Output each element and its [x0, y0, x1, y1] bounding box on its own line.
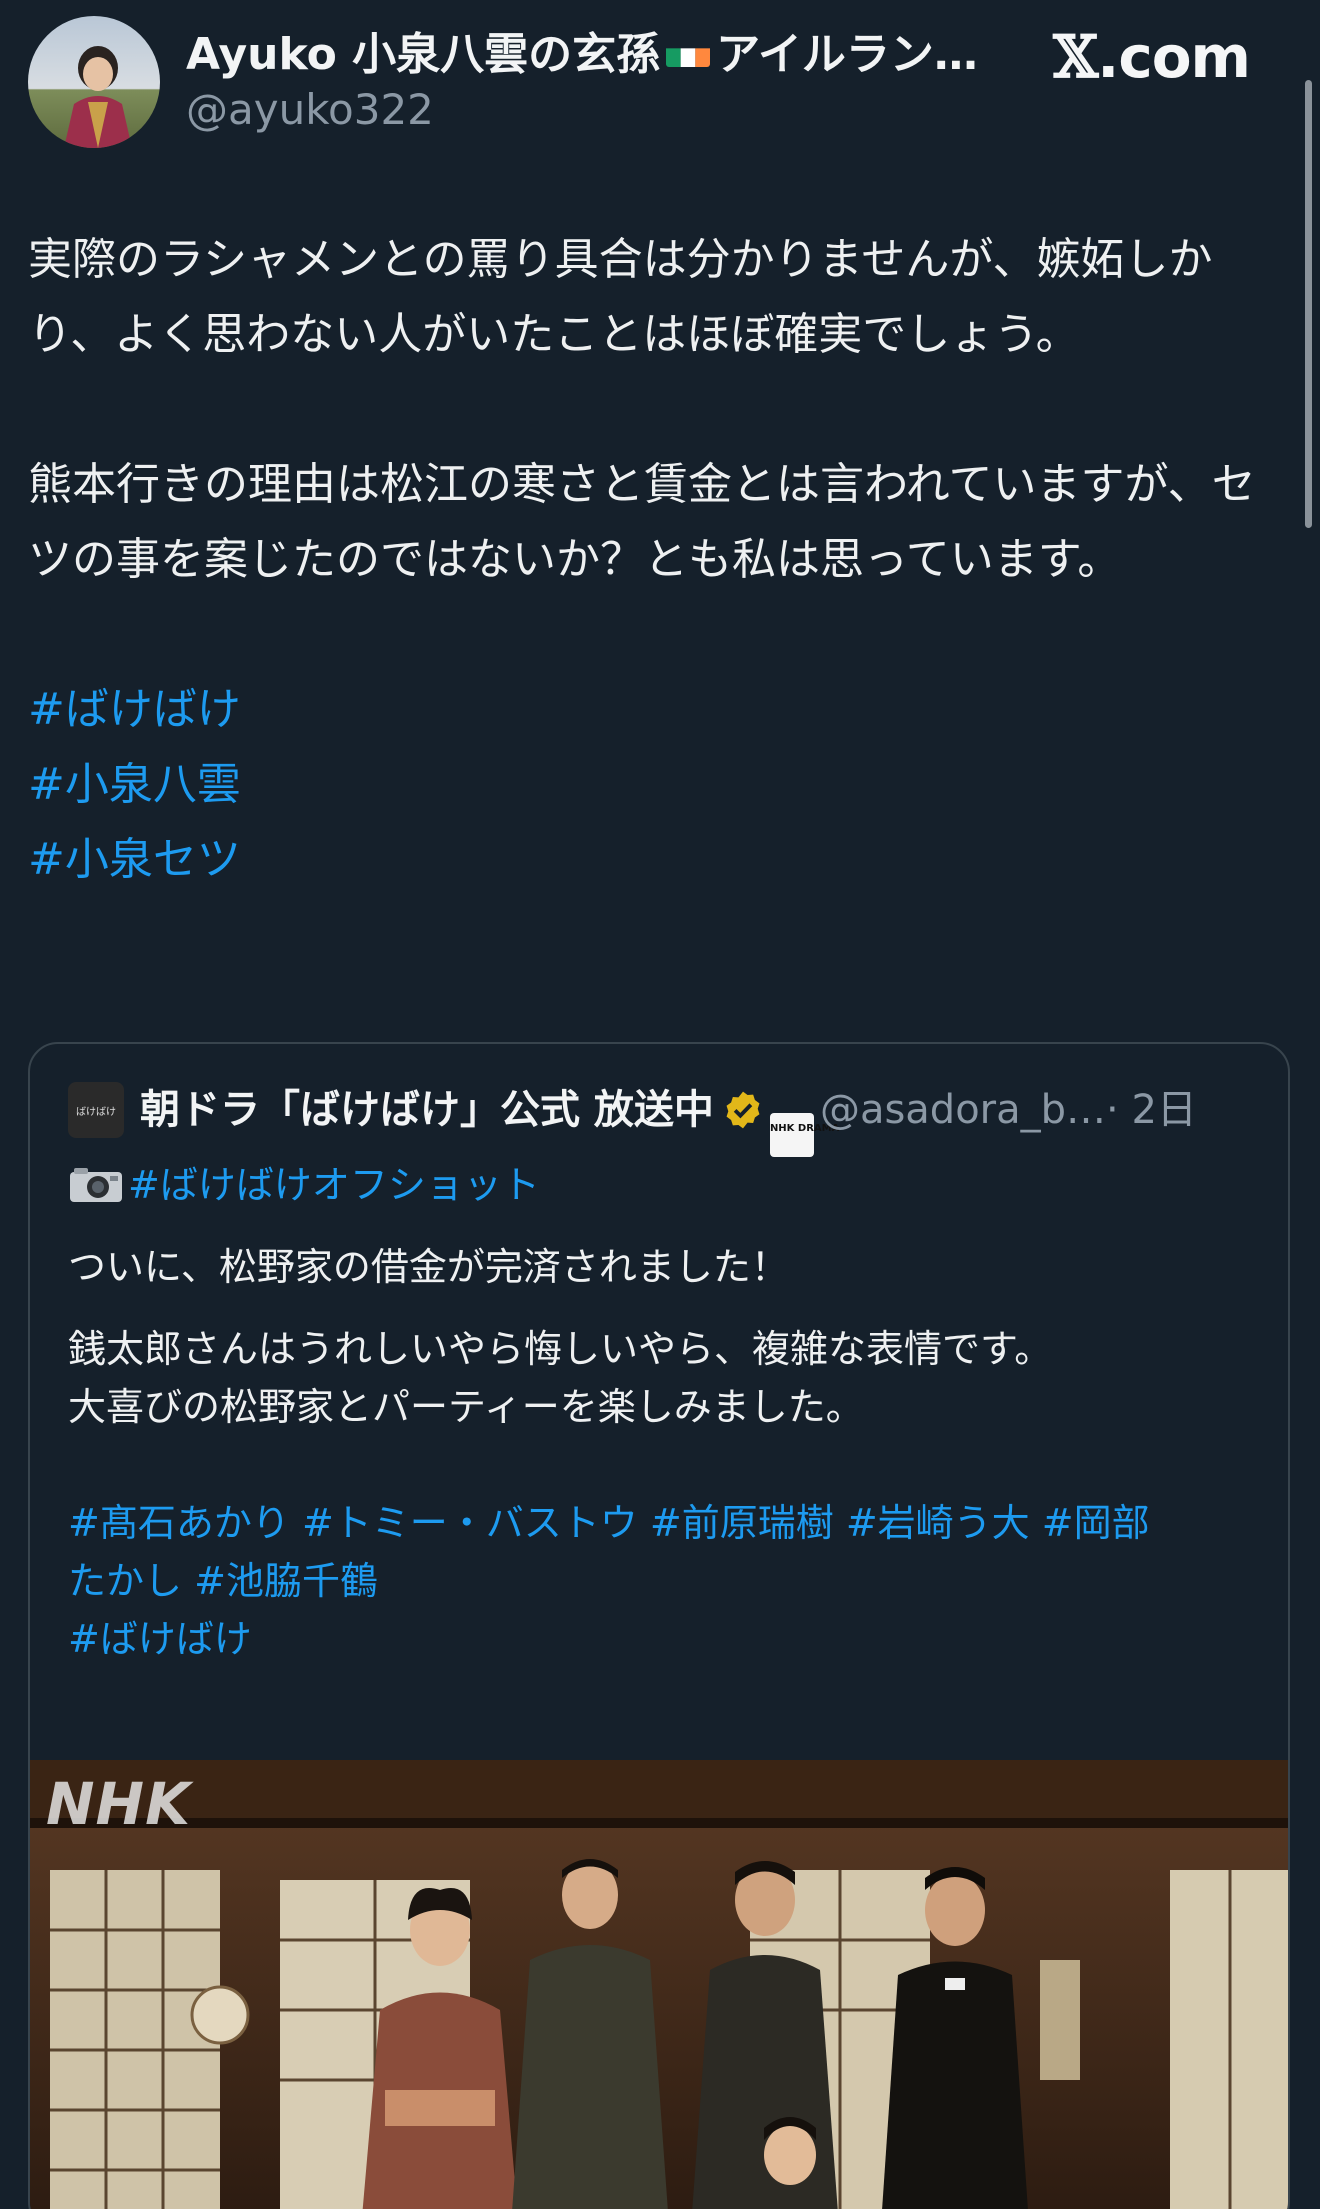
quoted-display-name[interactable]: 朝ドラ「ばけばけ」公式 放送中: [140, 1087, 714, 1133]
author-display-name[interactable]: Ayuko 小泉八雲の玄孫 アイルラン…: [186, 28, 978, 82]
x-com-logo: 𝕏.com: [1053, 23, 1251, 91]
author-name-suffix: アイルラン…: [716, 29, 978, 80]
verified-badge-icon: [722, 1089, 764, 1131]
author-avatar[interactable]: [28, 16, 160, 148]
hashtag-link[interactable]: #トミー・バストウ: [302, 1501, 638, 1545]
quoted-text: #ばけばけオフショット ついに、松野家の借金が完済されました！ 銭太郎さんはうれ…: [68, 1152, 1258, 1668]
hashtag-link[interactable]: たかし: [68, 1559, 182, 1603]
nhk-drama-badge: NHK DRAMA: [769, 1113, 839, 1157]
hashtag-link[interactable]: #ばけばけ: [28, 684, 241, 735]
nhk-watermark: NHK: [46, 1770, 192, 1838]
author-name-text: Ayuko 小泉八雲の玄孫: [186, 29, 661, 80]
quoted-avatar[interactable]: ばけばけ: [68, 1082, 124, 1138]
hashtag-link[interactable]: #岡部: [1042, 1501, 1150, 1545]
hashtag-link[interactable]: #池脇千鶴: [194, 1559, 378, 1603]
tweet-paragraph-2: 熊本行きの理由は松江の寒さと賃金とは言われていますが、セツの事を案じたのではない…: [28, 459, 1256, 585]
quoted-media-image[interactable]: [30, 1760, 1288, 2209]
quoted-line-1: ついに、松野家の借金が完済されました！: [68, 1245, 789, 1289]
tweet-text: 実際のラシャメンとの罵り具合は分かりませんが、嫉妬しかり、よく思わない人がいたこ…: [28, 222, 1268, 897]
hashtag-link[interactable]: #前原瑞樹: [650, 1501, 834, 1545]
quoted-line-2: 銭太郎さんはうれしいやら悔しいやら、複雑な表情です。: [68, 1327, 1053, 1371]
camera-icon: [68, 1162, 124, 1202]
ireland-flag-icon: [666, 37, 711, 67]
quoted-line-3: 大喜びの松野家とパーティーを楽しみました。: [68, 1385, 864, 1429]
hashtag-link[interactable]: #ばけばけオフショット: [128, 1163, 540, 1207]
hashtag-link[interactable]: #小泉セツ: [28, 834, 241, 885]
author-handle[interactable]: @ayuko322: [186, 84, 434, 136]
quoted-timestamp[interactable]: · 2日: [1106, 1087, 1197, 1133]
x-logo-icon: 𝕏: [1053, 23, 1098, 91]
quoted-handle[interactable]: @asadora_b…: [820, 1087, 1106, 1133]
scrollbar[interactable]: [1305, 80, 1312, 528]
tweet-paragraph-1: 実際のラシャメンとの罵り具合は分かりませんが、嫉妬しかり、よく思わない人がいたこ…: [28, 234, 1213, 360]
quoted-header: 朝ドラ「ばけばけ」公式 放送中 NHK DRAMA@asadora_b…· 2日: [140, 1082, 1197, 1157]
hashtag-link[interactable]: #髙石あかり: [68, 1501, 290, 1545]
hashtag-link[interactable]: #小泉八雲: [28, 759, 241, 810]
hashtag-link[interactable]: #岩崎う大: [846, 1501, 1030, 1545]
brand-domain: .com: [1097, 23, 1251, 91]
quoted-tweet-card[interactable]: ばけばけ 朝ドラ「ばけばけ」公式 放送中 NHK DRAMA@asadora_b……: [28, 1042, 1290, 2209]
hashtag-link[interactable]: #ばけばけ: [68, 1617, 252, 1661]
